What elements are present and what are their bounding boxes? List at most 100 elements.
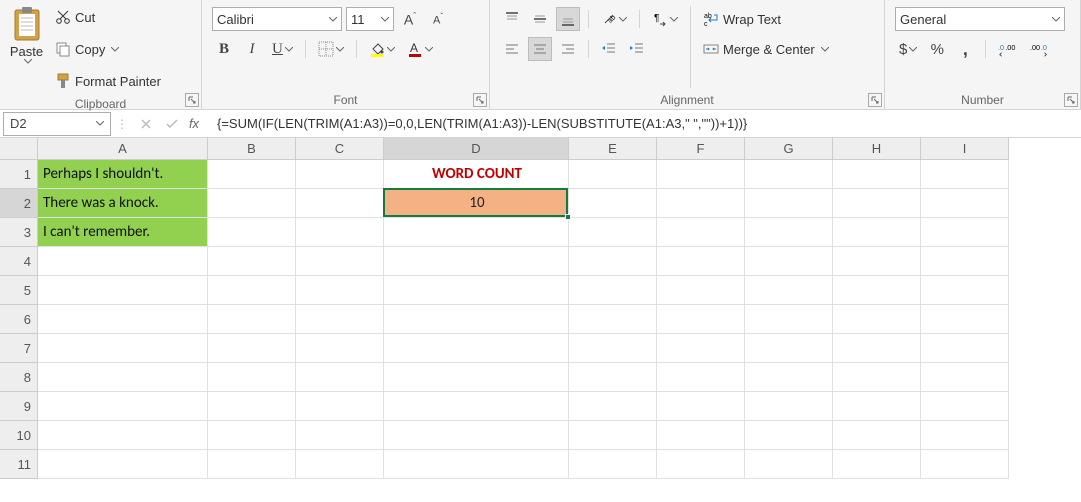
cell-F8[interactable] [657,363,745,392]
cell-B9[interactable] [208,392,296,421]
cell-A3[interactable]: I can't remember. [38,218,208,247]
cell-I2[interactable] [921,189,1009,218]
cell-E8[interactable] [569,363,657,392]
cell-I11[interactable] [921,450,1009,479]
cell-E1[interactable] [569,160,657,189]
cell-B2[interactable] [208,189,296,218]
increase-indent-button[interactable] [625,37,649,61]
cell-C8[interactable] [296,363,384,392]
fill-color-button[interactable] [365,37,399,61]
cell-E5[interactable] [569,276,657,305]
accounting-button[interactable]: $ [895,37,921,61]
col-header-F[interactable]: F [657,138,745,160]
col-header-H[interactable]: H [833,138,921,160]
cell-I3[interactable] [921,218,1009,247]
cell-H3[interactable] [833,218,921,247]
paste-button[interactable]: Paste [6,3,47,83]
cell-F3[interactable] [657,218,745,247]
select-all-corner[interactable] [0,138,38,160]
cell-C9[interactable] [296,392,384,421]
font-dialog-launcher[interactable] [473,93,487,107]
cell-G3[interactable] [745,218,833,247]
cell-H11[interactable] [833,450,921,479]
cell-D7[interactable] [384,334,569,363]
cell-E10[interactable] [569,421,657,450]
cell-G7[interactable] [745,334,833,363]
cell-F5[interactable] [657,276,745,305]
col-header-C[interactable]: C [296,138,384,160]
chevron-down-icon[interactable] [329,17,337,22]
format-painter-button[interactable]: Format Painter [51,69,191,93]
cell-E11[interactable] [569,450,657,479]
cell-B6[interactable] [208,305,296,334]
cell-A10[interactable] [38,421,208,450]
cell-A1[interactable]: Perhaps I shouldn't. [38,160,208,189]
font-name-combo[interactable]: Calibri [212,7,342,31]
align-bottom-button[interactable] [556,7,580,31]
cell-F11[interactable] [657,450,745,479]
cell-F1[interactable] [657,160,745,189]
cell-D8[interactable] [384,363,569,392]
row-header-3[interactable]: 3 [0,218,38,247]
cell-C2[interactable] [296,189,384,218]
cell-G4[interactable] [745,247,833,276]
row-header-6[interactable]: 6 [0,305,38,334]
cell-A5[interactable] [38,276,208,305]
row-header-4[interactable]: 4 [0,247,38,276]
cell-C6[interactable] [296,305,384,334]
borders-button[interactable] [314,37,348,61]
cell-I7[interactable] [921,334,1009,363]
font-color-button[interactable]: A [403,37,437,61]
clipboard-dialog-launcher[interactable] [185,93,199,107]
col-header-I[interactable]: I [921,138,1009,160]
cell-D6[interactable] [384,305,569,334]
align-top-button[interactable] [500,7,524,31]
cell-B5[interactable] [208,276,296,305]
cell-B10[interactable] [208,421,296,450]
cell-H9[interactable] [833,392,921,421]
cell-B7[interactable] [208,334,296,363]
cell-B1[interactable] [208,160,296,189]
cell-C3[interactable] [296,218,384,247]
cell-G1[interactable] [745,160,833,189]
cell-G6[interactable] [745,305,833,334]
cell-F2[interactable] [657,189,745,218]
align-left-button[interactable] [500,37,524,61]
cancel-button[interactable] [133,111,159,137]
row-header-7[interactable]: 7 [0,334,38,363]
bold-button[interactable]: B [212,37,236,61]
cell-I5[interactable] [921,276,1009,305]
col-header-D[interactable]: D [384,138,569,160]
cell-E4[interactable] [569,247,657,276]
wrap-text-button[interactable]: abc Wrap Text [699,7,859,31]
row-header-9[interactable]: 9 [0,392,38,421]
cell-D9[interactable] [384,392,569,421]
chevron-down-icon[interactable] [381,17,389,22]
cell-G11[interactable] [745,450,833,479]
chevron-down-icon[interactable] [1052,17,1060,22]
align-middle-button[interactable] [528,7,552,31]
underline-button[interactable]: U [268,37,297,61]
row-header-1[interactable]: 1 [0,160,38,189]
cell-E7[interactable] [569,334,657,363]
col-header-G[interactable]: G [745,138,833,160]
cell-C11[interactable] [296,450,384,479]
cell-A11[interactable] [38,450,208,479]
row-header-11[interactable]: 11 [0,450,38,479]
cell-G8[interactable] [745,363,833,392]
cell-F4[interactable] [657,247,745,276]
cell-I10[interactable] [921,421,1009,450]
decrease-font-button[interactable]: Aˇ [426,7,450,31]
cell-B4[interactable] [208,247,296,276]
percent-button[interactable]: % [925,37,949,61]
name-box[interactable]: D2 [3,112,111,136]
cell-A6[interactable] [38,305,208,334]
number-format-combo[interactable]: General [895,7,1065,31]
cell-A9[interactable] [38,392,208,421]
cell-F7[interactable] [657,334,745,363]
cell-H8[interactable] [833,363,921,392]
cell-I8[interactable] [921,363,1009,392]
align-center-button[interactable] [528,37,552,61]
cell-C7[interactable] [296,334,384,363]
insert-function-button[interactable]: fx [185,111,211,137]
